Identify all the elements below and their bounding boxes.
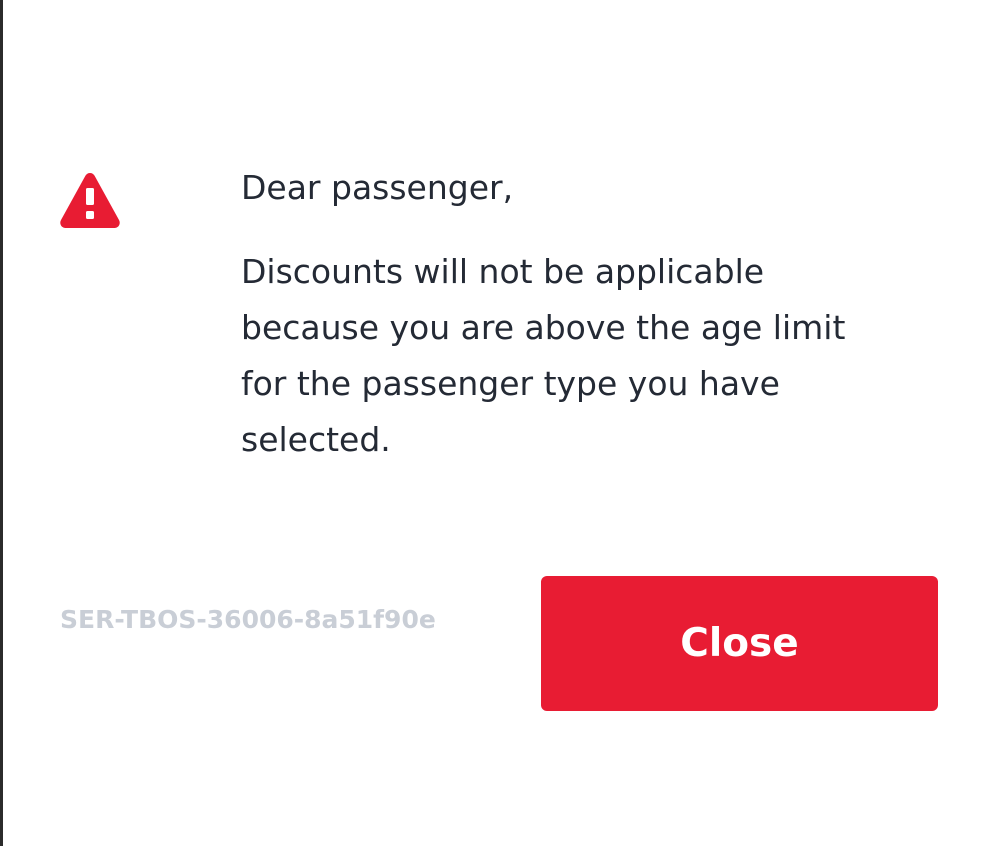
message-line: because you are above the age limit [241,308,846,347]
screen-edge-divider [0,0,3,846]
message-line: selected. [241,420,391,459]
greeting-text: Dear passenger, [241,168,514,207]
alert-dialog: Dear passenger, Discounts will not be ap… [0,0,990,846]
close-button[interactable]: Close [541,576,938,711]
warning-triangle-icon [60,173,120,228]
message-line: for the passenger type you have [241,364,780,403]
dialog-message: Dear passenger, Discounts will not be ap… [241,164,941,468]
discount-warning-text: Discounts will not be applicable because… [241,244,931,468]
message-line: Discounts will not be applicable [241,252,765,291]
error-code: SER-TBOS-36006-8a51f90e [60,605,436,634]
